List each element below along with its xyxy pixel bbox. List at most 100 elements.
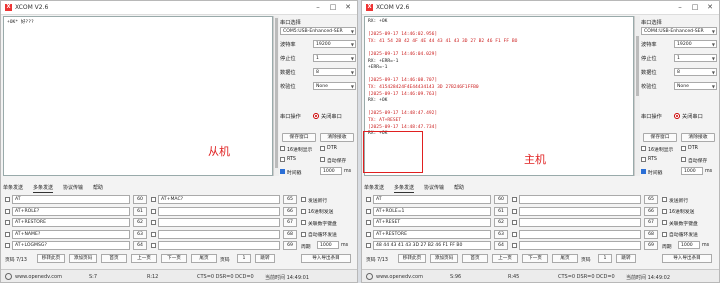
hex-send-checkbox[interactable] bbox=[301, 208, 306, 214]
close-port-button[interactable]: 关闭串口 bbox=[682, 113, 703, 120]
timestamp-ms-input[interactable]: 1000 bbox=[681, 167, 703, 175]
gear-icon[interactable] bbox=[5, 273, 12, 280]
send-button[interactable]: 64 bbox=[133, 241, 147, 250]
send-field[interactable]: AT+ROLE? bbox=[12, 206, 130, 216]
minimize-icon[interactable]: – bbox=[311, 3, 325, 12]
receive-area[interactable]: +OK* 好??? bbox=[3, 16, 273, 176]
row-checkbox[interactable] bbox=[151, 231, 156, 237]
send-field[interactable]: AT bbox=[373, 195, 491, 204]
close-port-button[interactable]: 关闭串口 bbox=[321, 113, 342, 120]
row-checkbox[interactable] bbox=[151, 197, 156, 202]
row-checkbox[interactable] bbox=[151, 208, 156, 214]
send-button[interactable]: 63 bbox=[133, 229, 147, 239]
period-input[interactable]: 1000 bbox=[317, 241, 339, 249]
send-field[interactable]: AT+LOGMSG? bbox=[12, 241, 130, 250]
send-field[interactable] bbox=[158, 229, 280, 239]
receive-scrollbar[interactable] bbox=[634, 16, 640, 176]
row-checkbox[interactable] bbox=[366, 231, 371, 237]
row-checkbox[interactable] bbox=[512, 208, 517, 214]
jump-button[interactable]: 跳转 bbox=[255, 254, 275, 263]
row-checkbox[interactable] bbox=[512, 231, 517, 237]
send-button[interactable]: 68 bbox=[644, 229, 658, 239]
add-page-button[interactable]: 添加页码 bbox=[430, 254, 458, 263]
send-field[interactable] bbox=[519, 229, 641, 239]
row-checkbox[interactable] bbox=[151, 220, 156, 225]
send-field[interactable]: AT+ROLE=1 bbox=[373, 206, 491, 216]
add-page-button[interactable]: 添加页码 bbox=[69, 254, 97, 263]
maximize-icon[interactable]: □ bbox=[688, 3, 702, 12]
tab-1[interactable]: 多条发送 bbox=[33, 184, 54, 193]
send-field[interactable] bbox=[519, 218, 641, 227]
dtr-checkbox[interactable] bbox=[320, 146, 325, 151]
stop-bits-select[interactable]: 1 ▼ bbox=[674, 54, 717, 62]
import-export-button[interactable]: 导入导出条目 bbox=[301, 254, 351, 263]
send-button[interactable]: 68 bbox=[283, 229, 297, 239]
send-button[interactable]: 62 bbox=[494, 218, 508, 227]
next-page-button[interactable]: 下一页 bbox=[161, 254, 187, 263]
send-field[interactable]: AT+MAC? bbox=[158, 195, 280, 204]
row-checkbox[interactable] bbox=[5, 208, 10, 214]
maximize-icon[interactable]: □ bbox=[326, 3, 340, 12]
tab-0[interactable]: 单条发送 bbox=[3, 184, 23, 192]
auto-loop-checkbox[interactable] bbox=[662, 231, 667, 237]
row-checkbox[interactable] bbox=[5, 243, 10, 248]
clear-receive-button[interactable]: 清除接收 bbox=[320, 133, 354, 142]
send-field[interactable] bbox=[158, 218, 280, 227]
send-field[interactable] bbox=[519, 195, 641, 204]
hex-send-checkbox[interactable] bbox=[662, 208, 667, 214]
save-window-button[interactable]: 保存窗口 bbox=[643, 133, 677, 142]
auto-save-checkbox[interactable] bbox=[681, 157, 686, 162]
website-link[interactable]: www.openedv.com bbox=[15, 274, 62, 280]
page-number-input[interactable]: 1 bbox=[598, 254, 612, 263]
move-page-button[interactable]: 移转此页 bbox=[37, 254, 65, 263]
timestamp-ms-input[interactable]: 1000 bbox=[320, 167, 342, 175]
send-field[interactable] bbox=[158, 241, 280, 250]
port-select[interactable]: COM4:USB-Enhanced-SER ▼ bbox=[641, 27, 717, 35]
row-checkbox[interactable] bbox=[366, 243, 371, 248]
rts-checkbox[interactable] bbox=[641, 157, 646, 162]
send-button[interactable]: 67 bbox=[283, 218, 297, 227]
row-checkbox[interactable] bbox=[512, 220, 517, 225]
send-newline-checkbox[interactable] bbox=[662, 197, 667, 202]
tab-3[interactable]: 帮助 bbox=[93, 184, 103, 192]
send-button[interactable]: 60 bbox=[494, 195, 508, 204]
tab-1[interactable]: 多条发送 bbox=[394, 184, 415, 193]
minimize-icon[interactable]: – bbox=[673, 3, 687, 12]
send-button[interactable]: 62 bbox=[133, 218, 147, 227]
last-page-button[interactable]: 尾页 bbox=[552, 254, 578, 263]
send-button[interactable]: 64 bbox=[494, 241, 508, 250]
first-page-button[interactable]: 首页 bbox=[101, 254, 127, 263]
clear-receive-button[interactable]: 清除接收 bbox=[681, 133, 715, 142]
next-page-button[interactable]: 下一页 bbox=[522, 254, 548, 263]
send-button[interactable]: 65 bbox=[644, 195, 658, 204]
row-checkbox[interactable] bbox=[366, 220, 371, 225]
tab-3[interactable]: 帮助 bbox=[454, 184, 464, 192]
parity-select[interactable]: None ▼ bbox=[313, 82, 356, 90]
rts-checkbox[interactable] bbox=[280, 157, 285, 162]
send-button[interactable]: 65 bbox=[283, 195, 297, 204]
close-icon[interactable]: ✕ bbox=[703, 3, 717, 12]
send-field[interactable] bbox=[519, 206, 641, 216]
port-select[interactable]: COM5:USB-Enhanced-SER ▼ bbox=[280, 27, 356, 35]
receive-scrollbar[interactable] bbox=[273, 16, 279, 176]
close-icon[interactable]: ✕ bbox=[341, 3, 355, 12]
prev-page-button[interactable]: 上一页 bbox=[131, 254, 157, 263]
save-window-button[interactable]: 保存窗口 bbox=[282, 133, 316, 142]
close-num-kbd-checkbox[interactable] bbox=[301, 220, 306, 225]
send-field[interactable]: AT+RESTORE bbox=[12, 218, 130, 227]
timestamp-checkbox[interactable] bbox=[641, 169, 646, 174]
row-checkbox[interactable] bbox=[151, 243, 156, 248]
row-checkbox[interactable] bbox=[5, 220, 10, 225]
send-button[interactable]: 61 bbox=[494, 206, 508, 216]
send-button[interactable]: 60 bbox=[133, 195, 147, 204]
website-link[interactable]: www.openedv.com bbox=[376, 274, 423, 280]
send-button[interactable]: 69 bbox=[283, 241, 297, 250]
tab-0[interactable]: 单条发送 bbox=[364, 184, 384, 192]
send-button[interactable]: 66 bbox=[283, 206, 297, 216]
timestamp-checkbox[interactable] bbox=[280, 169, 285, 174]
jump-button[interactable]: 跳转 bbox=[616, 254, 636, 263]
prev-page-button[interactable]: 上一页 bbox=[492, 254, 518, 263]
scrollbar-thumb[interactable] bbox=[275, 18, 278, 168]
baud-select[interactable]: 19200 ▼ bbox=[313, 40, 356, 48]
auto-loop-checkbox[interactable] bbox=[301, 231, 306, 237]
